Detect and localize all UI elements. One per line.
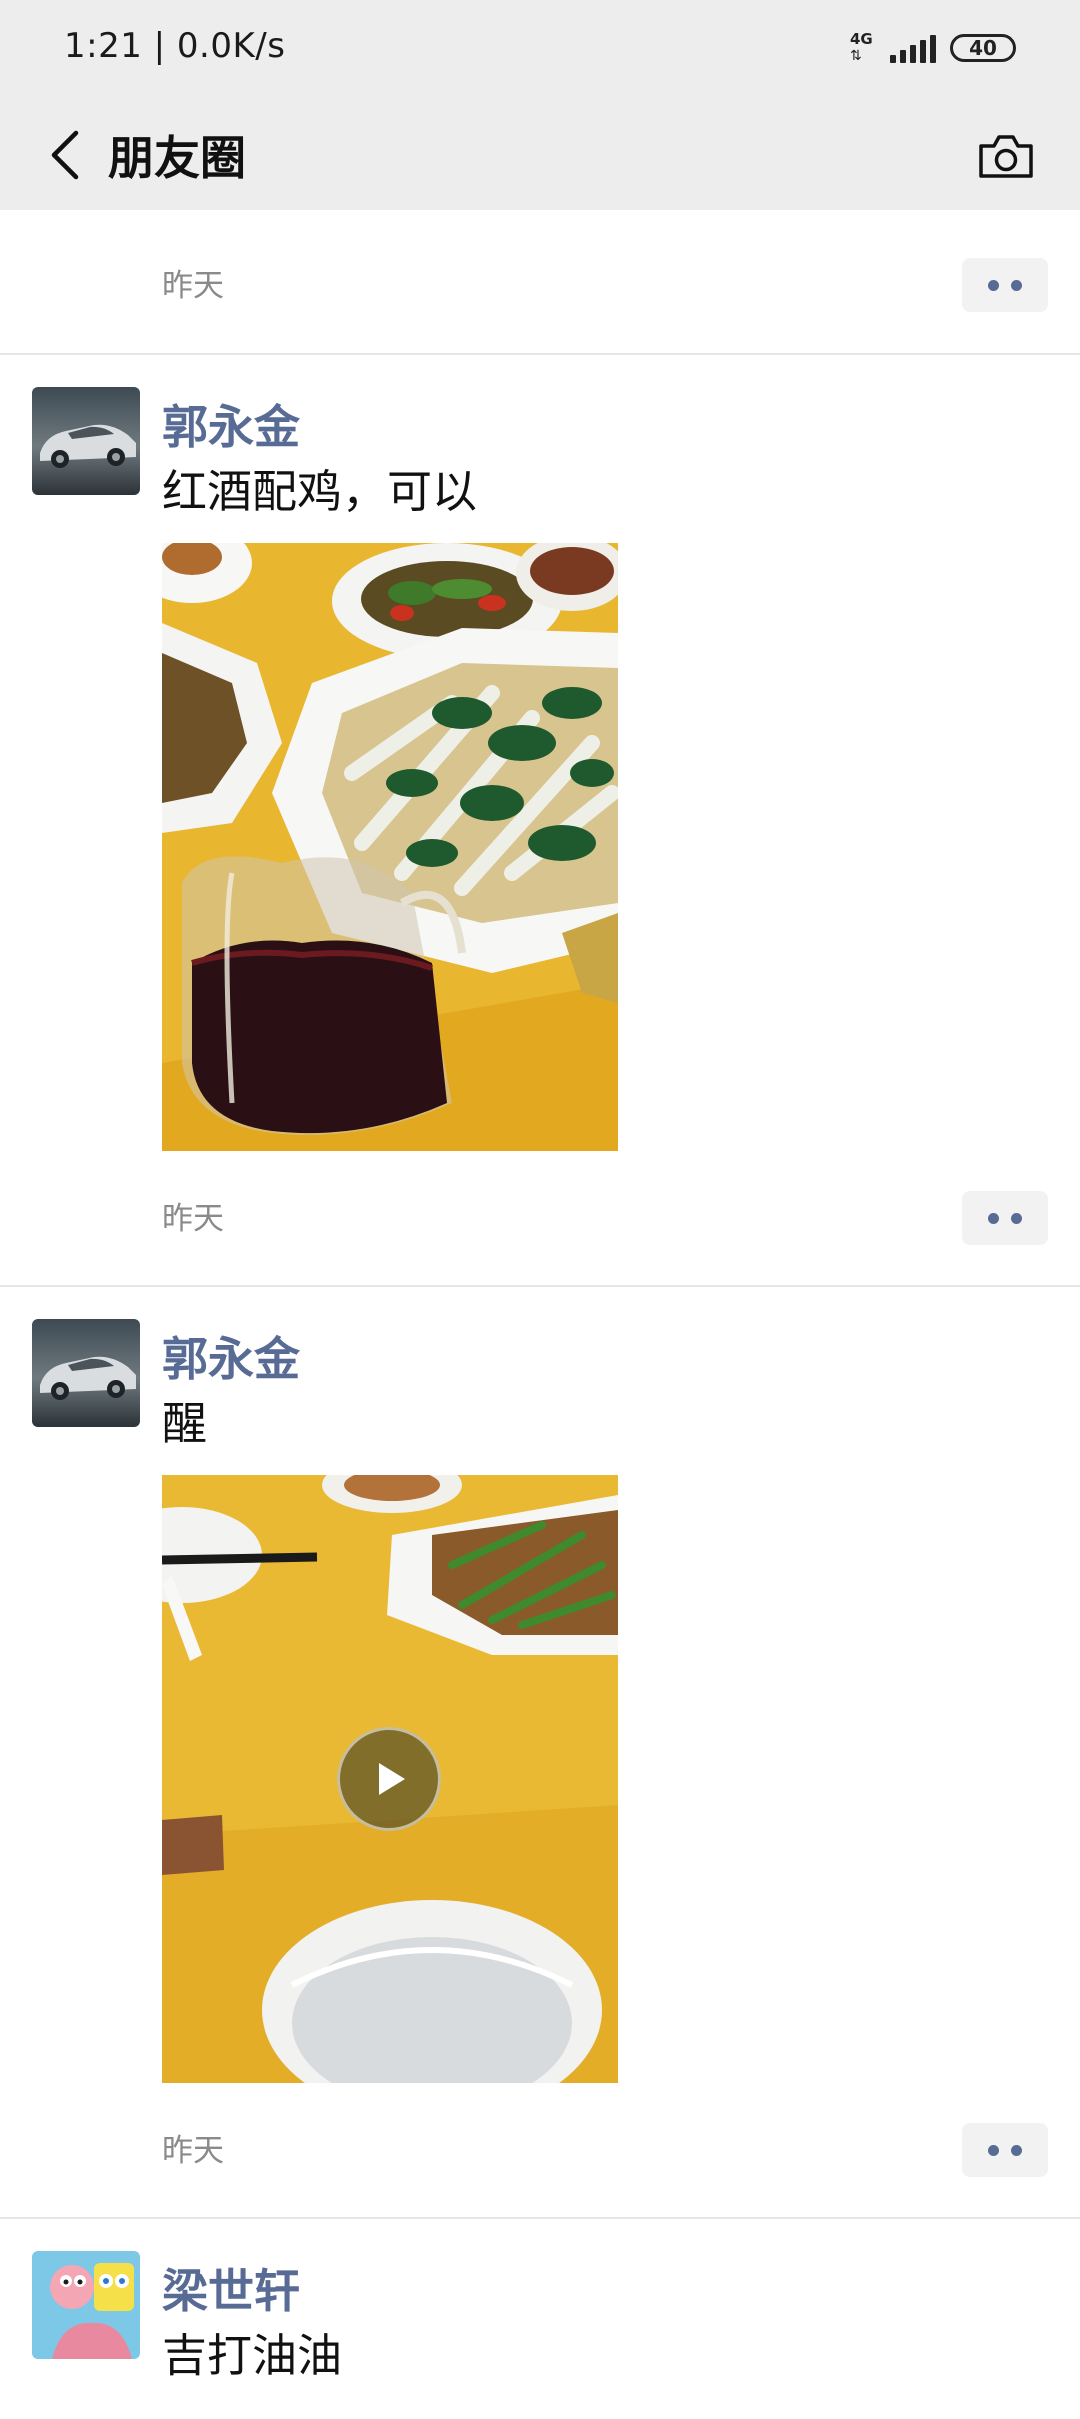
avatar[interactable] [32, 1319, 140, 1427]
post-text: 红酒配鸡，可以 [162, 465, 478, 518]
dinner-photo-image [162, 543, 618, 1151]
more-actions-button[interactable] [962, 1191, 1048, 1245]
post-time: 昨天 [162, 268, 224, 304]
battery-icon: 40 [950, 34, 1016, 62]
network-type-icon: 4G ⇅ [850, 30, 876, 66]
page-title: 朋友圈 [108, 131, 246, 185]
moment-post: 郭永金 红酒配鸡，可以 昨天 [0, 355, 1080, 1287]
avatar[interactable] [32, 387, 140, 495]
status-indicators: 4G ⇅ 40 [850, 30, 1016, 66]
moment-post: 梁世轩 吉打油油 [0, 2219, 1080, 2419]
signal-strength-icon [890, 33, 936, 63]
play-button[interactable] [337, 1727, 441, 1831]
chevron-left-icon [51, 130, 79, 180]
dot-icon [1011, 279, 1022, 291]
status-time: 1:21 | 0.0K/s [64, 26, 286, 66]
author-name[interactable]: 郭永金 [162, 1323, 300, 1389]
camera-button[interactable] [968, 118, 1044, 194]
dot-icon [1011, 1212, 1022, 1224]
post-time: 昨天 [162, 2133, 224, 2169]
more-actions-button[interactable] [962, 258, 1048, 312]
post-text: 醒 [162, 1397, 208, 1450]
data-arrows-icon: ⇅ [850, 48, 862, 64]
dot-icon [988, 1212, 999, 1224]
network-type-label: 4G [850, 30, 873, 48]
post-text: 吉打油油 [162, 2329, 343, 2382]
more-actions-button[interactable] [962, 2123, 1048, 2177]
moment-post: 郭永金 醒 昨天 [0, 1287, 1080, 2219]
dot-icon [988, 2144, 999, 2156]
car-avatar-image [32, 387, 140, 495]
moments-feed[interactable]: 昨天 郭永金 红酒配鸡，可以 昨天 郭永金 醒 昨天 梁世轩 吉打油油 [0, 210, 1080, 2419]
post-photo[interactable] [162, 543, 618, 1151]
back-button[interactable] [30, 120, 100, 190]
status-bar: 1:21 | 0.0K/s 4G ⇅ 40 [0, 0, 1080, 100]
post-video[interactable] [162, 1475, 618, 2083]
author-name[interactable]: 郭永金 [162, 391, 300, 457]
car-avatar-image [32, 1319, 140, 1427]
nav-bar: 朋友圈 [0, 100, 1080, 210]
post-footer-partial: 昨天 [0, 210, 1080, 355]
avatar[interactable] [32, 2251, 140, 2359]
author-name[interactable]: 梁世轩 [162, 2255, 300, 2321]
dot-icon [988, 279, 999, 291]
cartoon-avatar-image [32, 2251, 140, 2359]
dot-icon [1011, 2144, 1022, 2156]
camera-icon [979, 135, 1033, 178]
post-time: 昨天 [162, 1201, 224, 1237]
play-icon [379, 1763, 405, 1795]
